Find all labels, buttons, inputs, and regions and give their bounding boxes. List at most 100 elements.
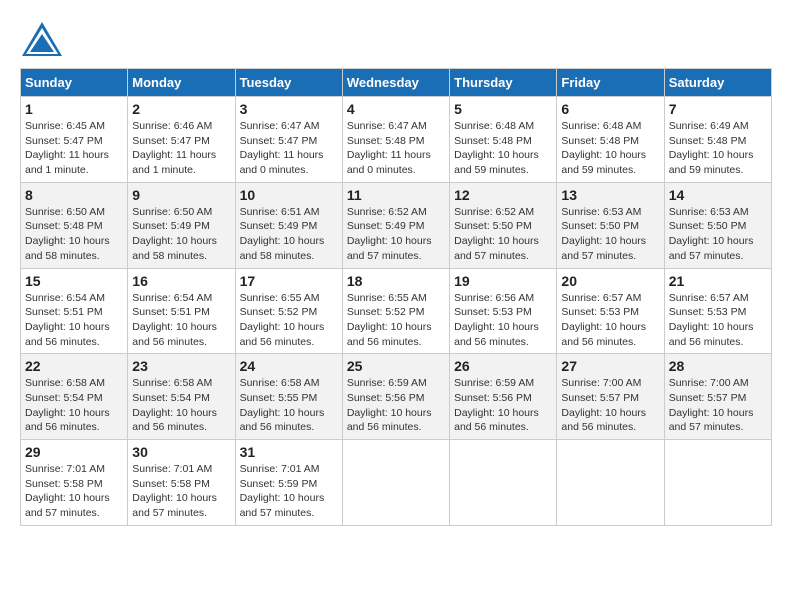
day-number: 6 — [561, 101, 659, 117]
day-info: Sunrise: 6:49 AMSunset: 5:48 PMDaylight:… — [669, 120, 754, 176]
calendar-cell: 1Sunrise: 6:45 AMSunset: 5:47 PMDaylight… — [21, 97, 128, 183]
calendar-week-3: 15 Sunrise: 6:54 AMSunset: 5:51 PMDayligh… — [21, 268, 772, 354]
day-number: 19 — [454, 273, 552, 289]
day-info: Sunrise: 6:54 AMSunset: 5:51 PMDaylight:… — [132, 292, 217, 348]
day-number: 21 — [669, 273, 767, 289]
day-info: Sunrise: 6:59 AMSunset: 5:56 PMDaylight:… — [347, 377, 432, 433]
calendar-cell: 21 Sunrise: 6:57 AMSunset: 5:53 PMDayligh… — [664, 268, 771, 354]
day-info: Sunrise: 6:52 AMSunset: 5:49 PMDaylight:… — [347, 206, 432, 262]
calendar-cell: 27 Sunrise: 7:00 AMSunset: 5:57 PMDayligh… — [557, 354, 664, 440]
calendar-cell: 17 Sunrise: 6:55 AMSunset: 5:52 PMDayligh… — [235, 268, 342, 354]
calendar-cell — [342, 440, 449, 526]
day-info: Sunrise: 6:58 AMSunset: 5:55 PMDaylight:… — [240, 377, 325, 433]
day-info: Sunrise: 6:57 AMSunset: 5:53 PMDaylight:… — [669, 292, 754, 348]
calendar-table: SundayMondayTuesdayWednesdayThursdayFrid… — [20, 68, 772, 526]
calendar-cell: 26 Sunrise: 6:59 AMSunset: 5:56 PMDayligh… — [450, 354, 557, 440]
calendar-cell: 3Sunrise: 6:47 AMSunset: 5:47 PMDaylight… — [235, 97, 342, 183]
day-info: Sunrise: 6:47 AMSunset: 5:47 PMDaylight:… — [240, 120, 324, 176]
day-number: 20 — [561, 273, 659, 289]
day-number: 26 — [454, 358, 552, 374]
calendar-cell: 28 Sunrise: 7:00 AMSunset: 5:57 PMDayligh… — [664, 354, 771, 440]
calendar-cell: 31 Sunrise: 7:01 AMSunset: 5:59 PMDayligh… — [235, 440, 342, 526]
calendar-cell: 8Sunrise: 6:50 AMSunset: 5:48 PMDaylight… — [21, 182, 128, 268]
day-number: 7 — [669, 101, 767, 117]
calendar-cell: 22 Sunrise: 6:58 AMSunset: 5:54 PMDayligh… — [21, 354, 128, 440]
day-number: 10 — [240, 187, 338, 203]
calendar-cell: 18 Sunrise: 6:55 AMSunset: 5:52 PMDayligh… — [342, 268, 449, 354]
calendar-cell: 19 Sunrise: 6:56 AMSunset: 5:53 PMDayligh… — [450, 268, 557, 354]
day-number: 18 — [347, 273, 445, 289]
day-info: Sunrise: 7:01 AMSunset: 5:59 PMDaylight:… — [240, 463, 325, 519]
calendar-cell: 24 Sunrise: 6:58 AMSunset: 5:55 PMDayligh… — [235, 354, 342, 440]
day-number: 16 — [132, 273, 230, 289]
day-number: 24 — [240, 358, 338, 374]
calendar-body: 1Sunrise: 6:45 AMSunset: 5:47 PMDaylight… — [21, 97, 772, 526]
day-info: Sunrise: 7:00 AMSunset: 5:57 PMDaylight:… — [561, 377, 646, 433]
day-info: Sunrise: 6:57 AMSunset: 5:53 PMDaylight:… — [561, 292, 646, 348]
day-number: 23 — [132, 358, 230, 374]
day-info: Sunrise: 6:46 AMSunset: 5:47 PMDaylight:… — [132, 120, 216, 176]
calendar-week-2: 8Sunrise: 6:50 AMSunset: 5:48 PMDaylight… — [21, 182, 772, 268]
day-info: Sunrise: 6:55 AMSunset: 5:52 PMDaylight:… — [240, 292, 325, 348]
calendar-cell: 10 Sunrise: 6:51 AMSunset: 5:49 PMDayligh… — [235, 182, 342, 268]
column-header-saturday: Saturday — [664, 69, 771, 97]
day-info: Sunrise: 6:56 AMSunset: 5:53 PMDaylight:… — [454, 292, 539, 348]
day-info: Sunrise: 6:58 AMSunset: 5:54 PMDaylight:… — [132, 377, 217, 433]
calendar-cell: 16 Sunrise: 6:54 AMSunset: 5:51 PMDayligh… — [128, 268, 235, 354]
calendar-cell: 15 Sunrise: 6:54 AMSunset: 5:51 PMDayligh… — [21, 268, 128, 354]
day-number: 22 — [25, 358, 123, 374]
day-number: 28 — [669, 358, 767, 374]
calendar-cell: 2Sunrise: 6:46 AMSunset: 5:47 PMDaylight… — [128, 97, 235, 183]
calendar-cell: 7 Sunrise: 6:49 AMSunset: 5:48 PMDaylight… — [664, 97, 771, 183]
day-number: 29 — [25, 444, 123, 460]
day-info: Sunrise: 6:59 AMSunset: 5:56 PMDaylight:… — [454, 377, 539, 433]
calendar-header: SundayMondayTuesdayWednesdayThursdayFrid… — [21, 69, 772, 97]
day-number: 17 — [240, 273, 338, 289]
day-number: 25 — [347, 358, 445, 374]
calendar-cell: 29Sunrise: 7:01 AMSunset: 5:58 PMDayligh… — [21, 440, 128, 526]
page-header — [20, 20, 772, 58]
calendar-cell: 6Sunrise: 6:48 AMSunset: 5:48 PMDaylight… — [557, 97, 664, 183]
day-info: Sunrise: 6:47 AMSunset: 5:48 PMDaylight:… — [347, 120, 431, 176]
day-info: Sunrise: 6:48 AMSunset: 5:48 PMDaylight:… — [454, 120, 539, 176]
calendar-cell: 14 Sunrise: 6:53 AMSunset: 5:50 PMDayligh… — [664, 182, 771, 268]
logo-icon — [20, 20, 64, 58]
day-number: 12 — [454, 187, 552, 203]
calendar-week-1: 1Sunrise: 6:45 AMSunset: 5:47 PMDaylight… — [21, 97, 772, 183]
header-row: SundayMondayTuesdayWednesdayThursdayFrid… — [21, 69, 772, 97]
column-header-monday: Monday — [128, 69, 235, 97]
day-info: Sunrise: 6:50 AMSunset: 5:49 PMDaylight:… — [132, 206, 217, 262]
calendar-week-4: 22 Sunrise: 6:58 AMSunset: 5:54 PMDayligh… — [21, 354, 772, 440]
calendar-week-5: 29Sunrise: 7:01 AMSunset: 5:58 PMDayligh… — [21, 440, 772, 526]
day-info: Sunrise: 6:45 AMSunset: 5:47 PMDaylight:… — [25, 120, 109, 176]
calendar-cell: 4Sunrise: 6:47 AMSunset: 5:48 PMDaylight… — [342, 97, 449, 183]
day-number: 11 — [347, 187, 445, 203]
day-number: 9 — [132, 187, 230, 203]
calendar-cell — [557, 440, 664, 526]
calendar-cell: 11 Sunrise: 6:52 AMSunset: 5:49 PMDayligh… — [342, 182, 449, 268]
day-info: Sunrise: 6:53 AMSunset: 5:50 PMDaylight:… — [669, 206, 754, 262]
day-info: Sunrise: 6:54 AMSunset: 5:51 PMDaylight:… — [25, 292, 110, 348]
column-header-friday: Friday — [557, 69, 664, 97]
day-info: Sunrise: 6:52 AMSunset: 5:50 PMDaylight:… — [454, 206, 539, 262]
column-header-wednesday: Wednesday — [342, 69, 449, 97]
day-info: Sunrise: 6:58 AMSunset: 5:54 PMDaylight:… — [25, 377, 110, 433]
day-number: 31 — [240, 444, 338, 460]
day-number: 14 — [669, 187, 767, 203]
calendar-cell: 30Sunrise: 7:01 AMSunset: 5:58 PMDayligh… — [128, 440, 235, 526]
logo — [20, 20, 68, 58]
column-header-tuesday: Tuesday — [235, 69, 342, 97]
calendar-cell — [450, 440, 557, 526]
day-info: Sunrise: 6:51 AMSunset: 5:49 PMDaylight:… — [240, 206, 325, 262]
calendar-cell: 5 Sunrise: 6:48 AMSunset: 5:48 PMDaylight… — [450, 97, 557, 183]
day-info: Sunrise: 6:55 AMSunset: 5:52 PMDaylight:… — [347, 292, 432, 348]
calendar-cell: 23 Sunrise: 6:58 AMSunset: 5:54 PMDayligh… — [128, 354, 235, 440]
calendar-cell: 9 Sunrise: 6:50 AMSunset: 5:49 PMDaylight… — [128, 182, 235, 268]
day-number: 5 — [454, 101, 552, 117]
day-info: Sunrise: 7:00 AMSunset: 5:57 PMDaylight:… — [669, 377, 754, 433]
column-header-sunday: Sunday — [21, 69, 128, 97]
day-number: 15 — [25, 273, 123, 289]
day-number: 27 — [561, 358, 659, 374]
calendar-cell — [664, 440, 771, 526]
day-info: Sunrise: 6:53 AMSunset: 5:50 PMDaylight:… — [561, 206, 646, 262]
